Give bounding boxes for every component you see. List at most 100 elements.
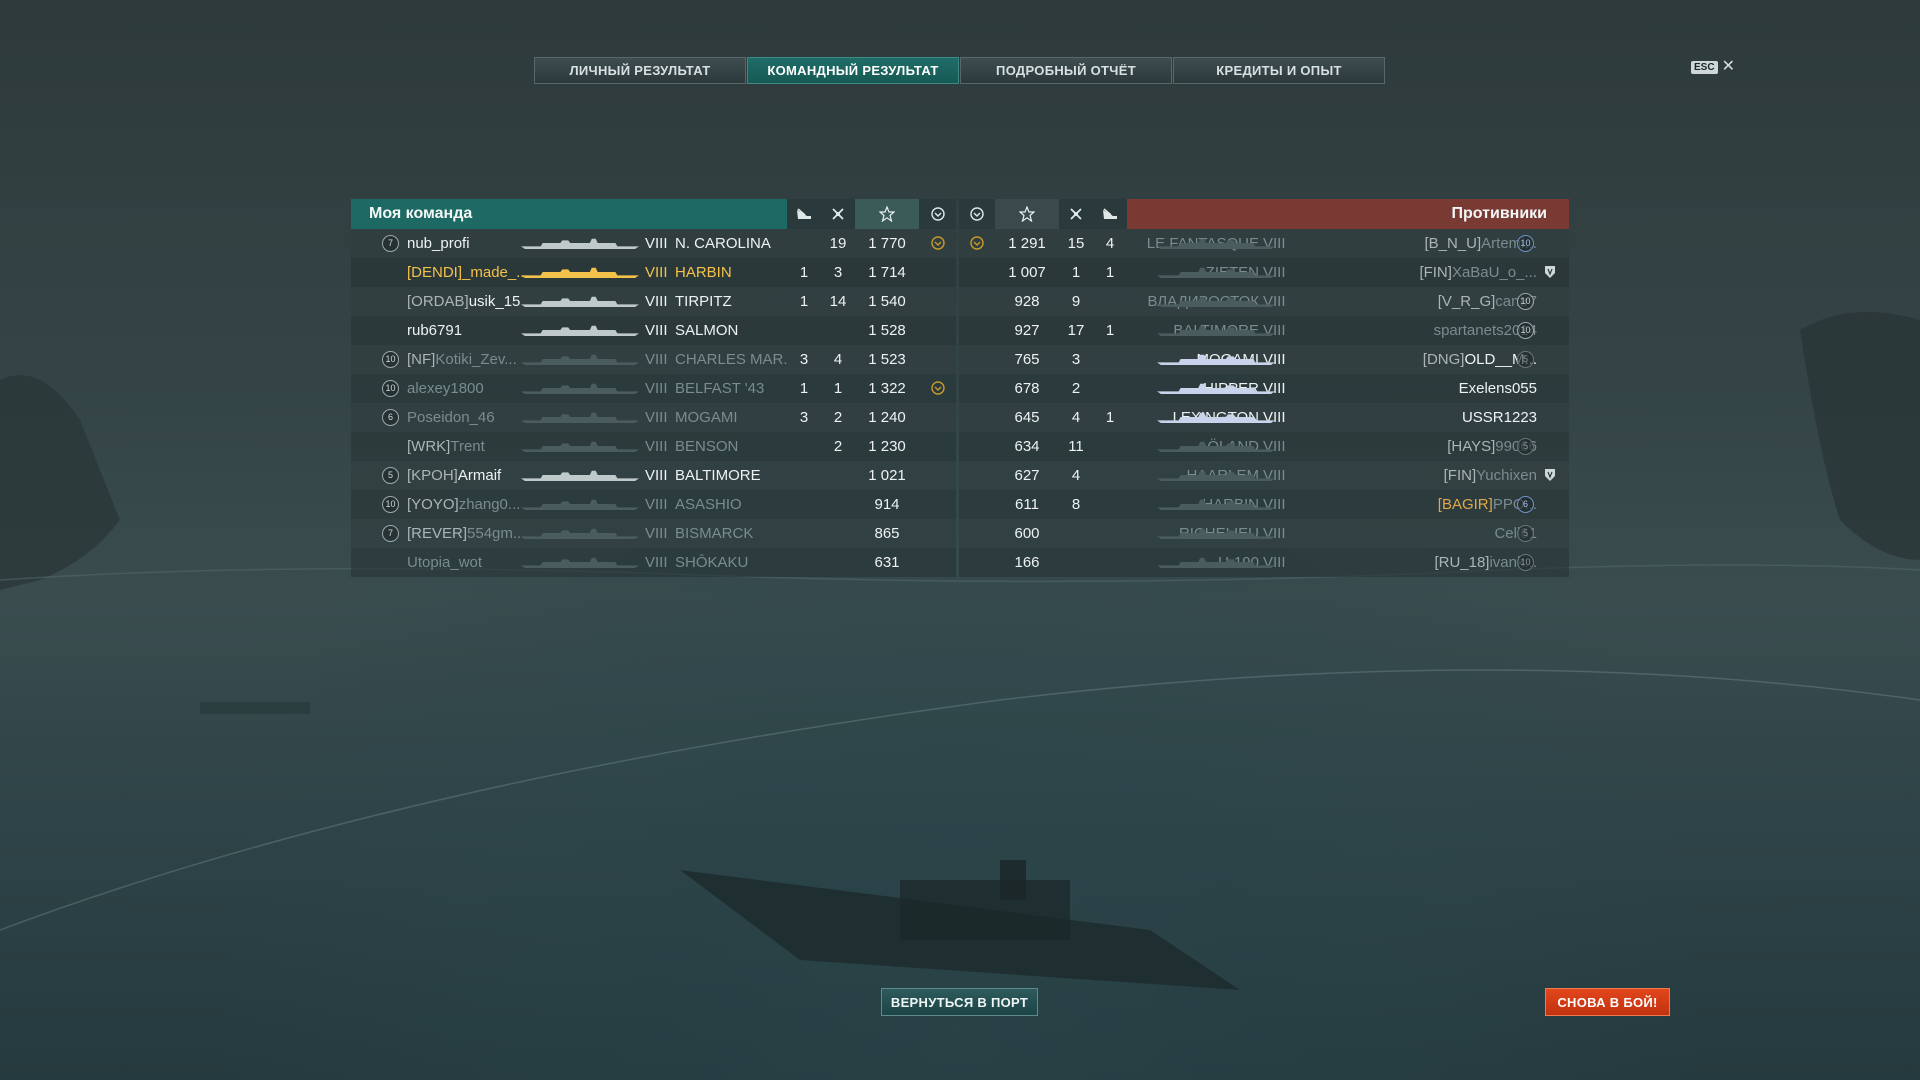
ship-kills <box>821 316 855 345</box>
player-row[interactable]: [ORDAB]usik_15 VIII TIRPITZ 1 14 1 540 <box>351 287 956 316</box>
ship-name: BALTIMORE <box>675 467 761 484</box>
clan-tag: [FIN] <box>1419 264 1452 281</box>
player-name: Utopia_wot <box>407 548 537 577</box>
ship-name: BENSON <box>675 438 739 455</box>
player-row[interactable]: 6118HARBINVIII[BAGIR]PPO...6 <box>959 490 1569 519</box>
tab-personal-result[interactable]: ЛИЧНЫЙ РЕЗУЛЬТАТ <box>534 57 746 84</box>
player-row[interactable]: 10 alexey1800 VIII BELFAST '43 1 1 1 322 <box>351 374 956 403</box>
tab-detailed-report[interactable]: ПОДРОБНЫЙ ОТЧЁТ <box>960 57 1172 84</box>
player-row[interactable]: 600RICHELIEUVIIICell615 <box>959 519 1569 548</box>
clan-tag: [REVER] <box>407 525 468 542</box>
score: 914 <box>874 496 900 513</box>
my-team-title: Моя команда <box>369 205 473 222</box>
player-row[interactable]: 9289ВЛАДИВОСТОКVIII[V_R_G]cantr710 <box>959 287 1569 316</box>
player-name: alexey1800 <box>407 374 537 403</box>
plane-kills <box>787 316 821 345</box>
player-name: [ORDAB]usik_15 <box>407 287 537 316</box>
rank-badge: 10 <box>382 380 399 397</box>
rank-badge: 10 <box>382 496 399 513</box>
return-to-port-button[interactable]: ВЕРНУТЬСЯ В ПОРТ <box>881 988 1038 1016</box>
ship-kills: 11 <box>1068 438 1084 455</box>
player-row[interactable]: 6 Poseidon_46 VIII MOGAMI 3 2 1 240 <box>351 403 956 432</box>
ship-tier: VIII <box>645 467 668 484</box>
close-icon: ✕ <box>1721 58 1735 75</box>
clan-tag: [DNG] <box>1422 351 1465 368</box>
plane-kills-icon <box>787 199 821 229</box>
rank-badge: 6 <box>1517 496 1534 513</box>
player-row[interactable]: 927171BALTIMOREVIIIspartanets201410 <box>959 316 1569 345</box>
shield-icon <box>1544 468 1556 482</box>
rank-badge: 6 <box>382 409 399 426</box>
achievement-medal-icon <box>930 380 946 396</box>
player-name: [NF]Kotiki_Zev... <box>407 345 537 374</box>
player-name: [YOYO]zhang0... <box>407 490 537 519</box>
achievement-medal-icon <box>969 235 985 251</box>
ship-kills: 4 <box>833 351 843 368</box>
player-row[interactable]: 1 00711ZIETENVIII[FIN]XaBaU_o_... <box>959 258 1569 287</box>
player-row[interactable]: 10 [YOYO]zhang0... VIII ASASHIO 914 <box>351 490 956 519</box>
ship-kills: 15 <box>1067 235 1085 252</box>
player-row[interactable]: 166U-190VIII[RU_18]ivank...10 <box>959 548 1569 577</box>
plane-kills <box>787 490 821 519</box>
rank-badge: 10 <box>1517 554 1534 571</box>
player-row[interactable]: 10 [NF]Kotiki_Zev... VIII CHARLES MAR... 3 4 1… <box>351 345 956 374</box>
player-row[interactable]: 63411ÖLANDVIII[HAYS]990665 <box>959 432 1569 461</box>
player-row[interactable]: 64541LEXINGTONVIIIUSSR1223 <box>959 403 1569 432</box>
tab-credits-xp[interactable]: КРЕДИТЫ И ОПЫТ <box>1173 57 1385 84</box>
player-row[interactable]: rub6791 VIII SALMON 1 528 <box>351 316 956 345</box>
player-name: Poseidon_46 <box>407 403 537 432</box>
player-row[interactable]: [WRK]Trent VIII BENSON 2 1 230 <box>351 432 956 461</box>
close-button[interactable]: ESC ✕ <box>1691 58 1735 75</box>
score: 1 540 <box>868 293 906 310</box>
player-nickname: _made_... <box>462 264 529 281</box>
rank-badge: 5 <box>1517 525 1534 542</box>
battle-again-button[interactable]: СНОВА В БОЙ! <box>1545 988 1670 1016</box>
ship-tier: VIII <box>645 525 668 542</box>
clan-tag: [YOYO] <box>407 496 459 513</box>
clan-tag: [DENDI] <box>407 264 463 281</box>
player-name: [DENDI]_made_... <box>407 258 537 287</box>
player-row[interactable]: 7 [REVER]554gm... VIII BISMARCK 865 <box>351 519 956 548</box>
enemy-team-panel: Противники 1 291154LE FANTASQUEVIII[B_N_… <box>959 199 1569 577</box>
player-row[interactable]: 6782HIPPERVIIIExelens055 <box>959 374 1569 403</box>
ship-kills: 3 <box>1071 351 1081 368</box>
score: 631 <box>874 554 900 571</box>
player-row[interactable]: 7653MOGAMIVIII[DNG]OLD__M...5 <box>959 345 1569 374</box>
ship-tier: VIII <box>645 409 668 426</box>
ship-tier: VIII <box>645 438 668 455</box>
tab-team-result[interactable]: КОМАНДНЫЙ РЕЗУЛЬТАТ <box>747 57 959 84</box>
score: 1 714 <box>868 264 906 281</box>
score: 1 291 <box>1008 235 1046 252</box>
player-row[interactable]: 7 nub_profi VIII N. CAROLINA 19 1 770 <box>351 229 956 258</box>
player-row[interactable]: 5 [KPOH]Armaif VIII BALTIMORE 1 021 <box>351 461 956 490</box>
clan-tag: [NF] <box>407 351 436 368</box>
player-row[interactable]: Utopia_wot VIII SHŌKAKU 631 <box>351 548 956 577</box>
player-nickname: usik_15 <box>468 293 521 310</box>
player-name: USSR1223 <box>1399 403 1537 432</box>
plane-kills <box>787 432 821 461</box>
player-row[interactable]: [DENDI]_made_... VIII HARBIN 1 3 1 714 <box>351 258 956 287</box>
score: 928 <box>1014 293 1040 310</box>
ship-kills <box>821 548 855 577</box>
player-nickname: nub_profi <box>407 235 470 252</box>
my-team-header: Моя команда <box>351 199 956 229</box>
player-row[interactable]: 6274HAARLEMVIII[FIN]Yuchixen <box>959 461 1569 490</box>
score-star-icon <box>855 199 919 229</box>
rank-badge: 5 <box>1517 438 1534 455</box>
player-nickname: alexey1800 <box>407 380 484 397</box>
player-nickname: Poseidon_46 <box>407 409 495 426</box>
ship-kills: 3 <box>833 264 843 281</box>
score-star-icon <box>995 199 1059 229</box>
ship-kills: 2 <box>833 409 843 426</box>
esc-key-label: ESC <box>1691 60 1718 74</box>
player-row[interactable]: 1 291154LE FANTASQUEVIII[B_N_U]Artemi...… <box>959 229 1569 258</box>
score: 678 <box>1014 380 1040 397</box>
ship-kills: 19 <box>829 235 847 252</box>
plane-kills <box>787 548 821 577</box>
score: 1 007 <box>1008 264 1046 281</box>
player-nickname: USSR1223 <box>1461 409 1537 426</box>
ship-tier: VIII <box>645 293 668 310</box>
player-nickname: Armaif <box>457 467 502 484</box>
clan-tag: [WRK] <box>407 438 451 455</box>
ship-kills <box>1059 519 1093 548</box>
